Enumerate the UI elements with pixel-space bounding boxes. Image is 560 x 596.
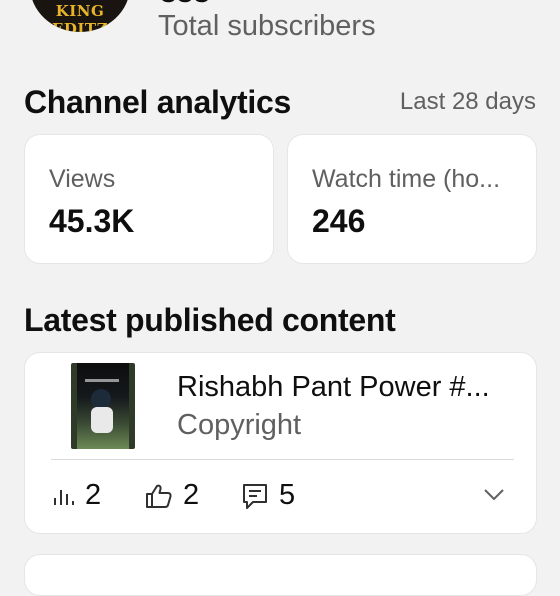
metric-label: Views xyxy=(49,165,116,193)
subscriber-label: Total subscribers xyxy=(158,10,376,42)
video-title[interactable]: Rishabh Pant Power #... xyxy=(177,371,490,404)
comment-icon xyxy=(243,483,267,509)
chevron-down-icon[interactable] xyxy=(482,487,506,503)
metric-value: 246 xyxy=(312,203,366,239)
next-content-card[interactable] xyxy=(24,554,537,596)
metric-card-watch-time[interactable]: Watch time (ho... 246 xyxy=(287,134,537,264)
thumbnail-image xyxy=(85,379,119,433)
subscriber-count: 333 xyxy=(160,0,210,10)
video-thumbnail[interactable] xyxy=(71,363,135,449)
analytics-title: Channel analytics xyxy=(24,84,291,120)
metric-card-views[interactable]: Views 45.3K xyxy=(24,134,274,264)
latest-content-title: Latest published content xyxy=(24,302,396,338)
views-count: 2 xyxy=(85,479,102,511)
metric-label: Watch time (ho... xyxy=(312,165,501,193)
comments-count: 5 xyxy=(279,479,296,511)
date-range[interactable]: Last 28 days xyxy=(400,88,536,116)
bar-chart-icon xyxy=(54,489,74,505)
comments-stat: 5 xyxy=(241,479,295,512)
latest-video-card[interactable]: Rishabh Pant Power #... Copyright 2 2 5 xyxy=(24,352,537,534)
channel-avatar[interactable]: KING EDITZ xyxy=(30,0,130,32)
avatar-logo-text: KING EDITZ xyxy=(51,2,109,32)
likes-stat: 2 xyxy=(145,479,199,512)
likes-count: 2 xyxy=(183,479,200,511)
thumbs-up-icon xyxy=(146,484,172,508)
metric-value: 45.3K xyxy=(49,203,135,239)
views-stat: 2 xyxy=(51,479,101,512)
video-copyright-status: Copyright xyxy=(177,409,302,441)
divider xyxy=(51,459,514,460)
